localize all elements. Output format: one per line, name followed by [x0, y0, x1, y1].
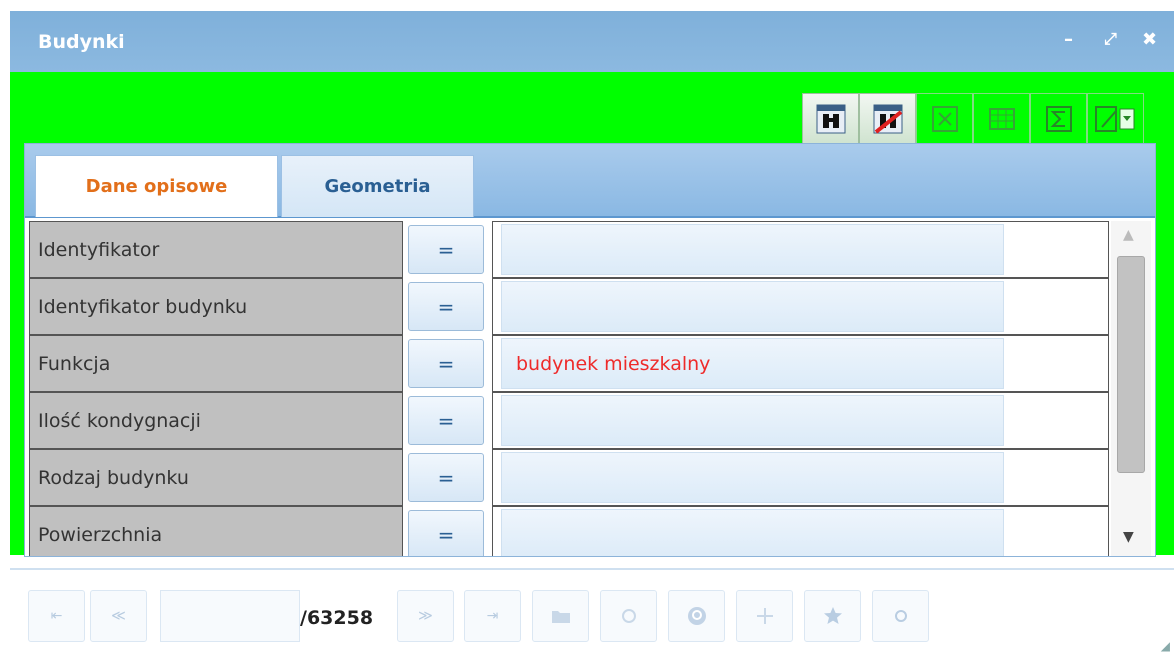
table-button[interactable]	[973, 93, 1030, 145]
folder-icon	[551, 611, 570, 623]
field-row-identyfikator: Identyfikator =	[29, 221, 1109, 278]
operator-button[interactable]: =	[408, 453, 484, 502]
last-page-button[interactable]: ⇥	[464, 590, 521, 642]
clear-search-button[interactable]	[859, 93, 916, 145]
clear-search-icon	[873, 104, 902, 134]
value-input[interactable]	[501, 509, 1004, 556]
excel-export-button[interactable]	[916, 93, 973, 145]
zoom-icon	[687, 607, 706, 625]
refresh-button[interactable]	[600, 590, 657, 642]
favorite-button[interactable]	[804, 590, 861, 642]
title-bar[interactable]: Budynki – ⤢ ✖	[10, 11, 1174, 72]
zoom-button[interactable]	[668, 590, 725, 642]
value-input[interactable]	[501, 224, 1004, 275]
move-button[interactable]	[736, 590, 793, 642]
open-button[interactable]	[532, 590, 589, 642]
circle-button[interactable]	[872, 590, 929, 642]
table-icon	[988, 108, 1015, 130]
field-label: Identyfikator budynku	[29, 278, 403, 335]
edit-dropdown-icon	[1094, 106, 1134, 132]
operator-button[interactable]: =	[408, 510, 484, 556]
next-page-button[interactable]: ≫	[397, 590, 454, 642]
operator-button[interactable]: =	[408, 282, 484, 331]
field-row-rodzaj-budynku: Rodzaj budynku =	[29, 449, 1109, 506]
form-panel: Dane opisowe Geometria Identyfikator = I…	[24, 143, 1156, 557]
value-input[interactable]	[501, 452, 1004, 503]
edit-menu-button[interactable]	[1087, 93, 1144, 145]
scroll-thumb[interactable]	[1117, 256, 1145, 473]
prev-page-button[interactable]: ≪	[90, 590, 147, 642]
circle-icon	[894, 610, 907, 622]
excel-export-icon	[931, 106, 958, 132]
page-total: /63258	[300, 607, 374, 629]
vertical-scrollbar[interactable]: ▲ ▼	[1111, 221, 1151, 556]
search-button[interactable]	[802, 93, 859, 145]
star-icon	[823, 607, 842, 624]
tab-strip: Dane opisowe Geometria	[25, 144, 1155, 218]
close-icon[interactable]: ✖	[1142, 29, 1157, 50]
page-number-input[interactable]	[160, 590, 300, 642]
tab-dane-opisowe[interactable]: Dane opisowe	[35, 155, 278, 217]
scroll-up-icon[interactable]: ▲	[1123, 227, 1134, 243]
sum-icon	[1045, 106, 1072, 132]
field-row-funkcja: Funkcja = budynek mieszkalny	[29, 335, 1109, 392]
operator-button[interactable]: =	[408, 225, 484, 274]
minimize-icon[interactable]: –	[1064, 29, 1073, 50]
field-label: Identyfikator	[29, 221, 403, 278]
search-binoculars-icon	[816, 104, 845, 134]
refresh-icon	[621, 609, 636, 623]
field-row-ilosc-kondygnacji: Ilość kondygnacji =	[29, 392, 1109, 449]
restore-icon[interactable]: ⤢	[1104, 29, 1117, 49]
value-input[interactable]: budynek mieszkalny	[501, 338, 1004, 389]
field-row-powierzchnia: Powierzchnia =	[29, 506, 1109, 556]
field-label: Ilość kondygnacji	[29, 392, 403, 449]
field-label: Funkcja	[29, 335, 403, 392]
pager-bar: ⇤ ≪ /63258 ≫ ⇥ ◢	[10, 568, 1174, 657]
operator-button[interactable]: =	[408, 396, 484, 445]
window-title: Budynki	[38, 31, 125, 53]
budynki-window: Budynki – ⤢ ✖ Dane opisowe Geometria Ide…	[10, 11, 1174, 657]
field-label: Rodzaj budynku	[29, 449, 403, 506]
tab-geometria[interactable]: Geometria	[281, 155, 474, 217]
operator-button[interactable]: =	[408, 339, 484, 388]
scroll-down-icon[interactable]: ▼	[1123, 529, 1134, 545]
field-row-identyfikator-budynku: Identyfikator budynku =	[29, 278, 1109, 335]
sum-button[interactable]	[1030, 93, 1087, 145]
attribute-grid: Identyfikator = Identyfikator budynku = …	[29, 221, 1109, 556]
toolbar	[802, 93, 1144, 145]
move-icon	[756, 608, 773, 624]
resize-grip-icon[interactable]: ◢	[1161, 639, 1170, 653]
value-input[interactable]	[501, 281, 1004, 332]
value-input[interactable]	[501, 395, 1004, 446]
field-label: Powierzchnia	[29, 506, 403, 556]
first-page-button[interactable]: ⇤	[28, 590, 85, 642]
